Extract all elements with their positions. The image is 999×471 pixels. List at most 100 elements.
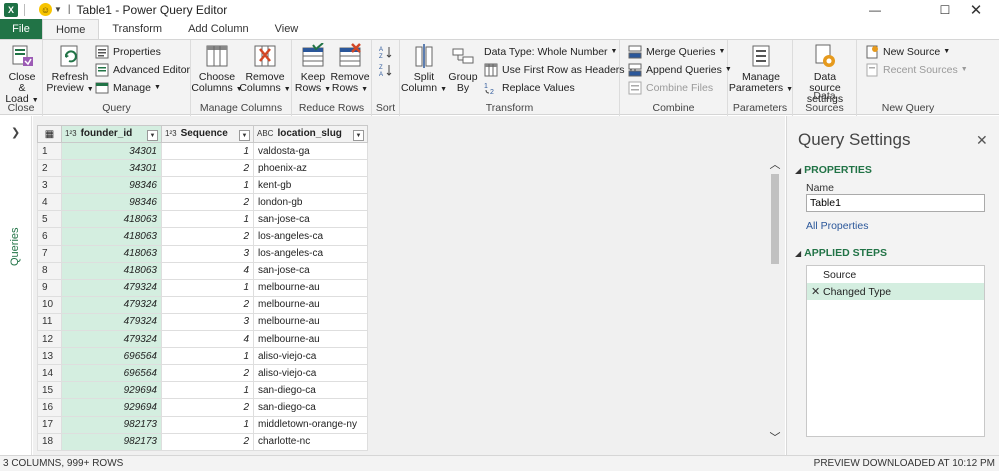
table-row[interactable]: 3 98346 1 kent-gb [37, 176, 368, 195]
row-number[interactable]: 3 [37, 176, 62, 195]
cell-location-slug[interactable]: charlotte-nc [253, 432, 368, 451]
column-header-founder-id[interactable]: 1²3 founder_id ▼ [61, 125, 162, 143]
cell-sequence[interactable]: 1 [161, 176, 254, 195]
cell-location-slug[interactable]: san-diego-ca [253, 398, 368, 417]
expand-queries-chevron-icon[interactable]: ❯ [11, 126, 20, 139]
table-row[interactable]: 11 479324 3 melbourne-au [37, 312, 368, 332]
cell-location-slug[interactable]: phoenix-az [253, 159, 368, 178]
append-queries-button[interactable]: Append Queries ▼ [628, 61, 732, 78]
row-number[interactable]: 10 [37, 295, 62, 314]
column-header-sequence[interactable]: 1²3 Sequence ▼ [161, 125, 254, 143]
cell-founder-id[interactable]: 34301 [61, 141, 162, 161]
cell-location-slug[interactable]: san-jose-ca [253, 261, 368, 280]
delete-step-icon[interactable]: ✕ [811, 285, 820, 298]
cell-founder-id[interactable]: 982173 [61, 432, 162, 451]
cell-sequence[interactable]: 1 [161, 141, 254, 161]
table-row[interactable]: 17 982173 1 middletown-orange-ny [37, 415, 368, 434]
row-number[interactable]: 11 [37, 312, 62, 332]
merge-queries-button[interactable]: Merge Queries ▼ [628, 43, 725, 60]
row-number[interactable]: 15 [37, 381, 62, 400]
cell-sequence[interactable]: 2 [161, 398, 254, 417]
refresh-preview-button[interactable]: Refresh Preview ▼ [46, 43, 94, 95]
cell-sequence[interactable]: 1 [161, 415, 254, 434]
cell-location-slug[interactable]: san-diego-ca [253, 381, 368, 400]
close-icon[interactable]: ✕ [976, 132, 988, 149]
cell-founder-id[interactable]: 418063 [61, 227, 162, 246]
sort-ascending-button[interactable]: AZ [379, 43, 397, 60]
whole-number-type-icon[interactable]: 1²3 [65, 129, 77, 138]
cell-location-slug[interactable]: los-angeles-ca [253, 227, 368, 246]
manage-parameters-button[interactable]: Manage Parameters ▼ [729, 43, 793, 95]
queries-pane-label[interactable]: Queries [9, 227, 21, 266]
row-number[interactable]: 14 [37, 364, 62, 383]
table-row[interactable]: 8 418063 4 san-jose-ca [37, 261, 368, 280]
query-name-input[interactable] [806, 194, 985, 212]
table-row[interactable]: 2 34301 2 phoenix-az [37, 159, 368, 178]
whole-number-type-icon[interactable]: 1²3 [165, 129, 177, 138]
row-number[interactable]: 6 [37, 227, 62, 246]
cell-location-slug[interactable]: los-angeles-ca [253, 244, 368, 263]
table-row[interactable]: 7 418063 3 los-angeles-ca [37, 244, 368, 263]
scroll-down-icon[interactable]: ﹀ [769, 429, 781, 445]
cell-sequence[interactable]: 1 [161, 381, 254, 400]
row-number[interactable]: 2 [37, 159, 62, 178]
data-type-dropdown[interactable]: Data Type: Whole Number ▼ [484, 43, 617, 60]
cell-location-slug[interactable]: london-gb [253, 193, 368, 212]
tab-view[interactable]: View [262, 19, 312, 39]
table-row[interactable]: 9 479324 1 melbourne-au [37, 278, 368, 297]
cell-location-slug[interactable]: valdosta-ga [253, 141, 368, 161]
table-row[interactable]: 14 696564 2 aliso-viejo-ca [37, 364, 368, 383]
row-number[interactable]: 7 [37, 244, 62, 263]
chevron-down-icon[interactable]: ▼ [54, 5, 62, 14]
cell-founder-id[interactable]: 982173 [61, 415, 162, 434]
cell-founder-id[interactable]: 418063 [61, 261, 162, 280]
remove-columns-button[interactable]: Remove Columns ▼ [239, 43, 291, 95]
step-source[interactable]: Source [807, 266, 984, 283]
cell-sequence[interactable]: 2 [161, 364, 254, 383]
cell-sequence[interactable]: 4 [161, 330, 254, 349]
sort-descending-button[interactable]: ZA [379, 61, 397, 78]
row-number[interactable]: 13 [37, 347, 62, 366]
cell-founder-id[interactable]: 929694 [61, 398, 162, 417]
tab-transform[interactable]: Transform [99, 19, 175, 39]
cell-founder-id[interactable]: 418063 [61, 244, 162, 263]
cell-location-slug[interactable]: melbourne-au [253, 312, 368, 332]
group-by-button[interactable]: Group By [446, 43, 480, 94]
table-row[interactable]: 13 696564 1 aliso-viejo-ca [37, 347, 368, 366]
table-row[interactable]: 5 418063 1 san-jose-ca [37, 210, 368, 229]
cell-sequence[interactable]: 2 [161, 193, 254, 212]
cell-founder-id[interactable]: 98346 [61, 193, 162, 212]
row-number[interactable]: 8 [37, 261, 62, 280]
cell-sequence[interactable]: 2 [161, 295, 254, 314]
cell-founder-id[interactable]: 479324 [61, 278, 162, 297]
replace-values-button[interactable]: 12 Replace Values [484, 79, 575, 96]
tab-file[interactable]: File [0, 19, 42, 39]
use-first-row-headers-button[interactable]: Use First Row as Headers ▼ [484, 61, 634, 78]
applied-steps-section-header[interactable]: ◢ APPLIED STEPS [795, 247, 887, 259]
customize-toolbar-icon[interactable]: | [68, 4, 71, 15]
cell-location-slug[interactable]: melbourne-au [253, 295, 368, 314]
scroll-up-icon[interactable]: ︿ [769, 156, 781, 172]
table-row[interactable]: 12 479324 4 melbourne-au [37, 330, 368, 349]
manage-button[interactable]: Manage ▼ [95, 79, 161, 96]
table-row[interactable]: 6 418063 2 los-angeles-ca [37, 227, 368, 246]
table-row[interactable]: 16 929694 2 san-diego-ca [37, 398, 368, 417]
cell-location-slug[interactable]: middletown-orange-ny [253, 415, 368, 434]
cell-location-slug[interactable]: kent-gb [253, 176, 368, 195]
table-row[interactable]: 4 98346 2 london-gb [37, 193, 368, 212]
cell-founder-id[interactable]: 479324 [61, 295, 162, 314]
row-number[interactable]: 17 [37, 415, 62, 434]
minimize-button[interactable]: ― [852, 0, 898, 19]
cell-founder-id[interactable]: 98346 [61, 176, 162, 195]
row-number[interactable]: 9 [37, 278, 62, 297]
text-type-icon[interactable]: ABC [257, 129, 273, 138]
cell-founder-id[interactable]: 418063 [61, 210, 162, 229]
properties-section-header[interactable]: ◢ PROPERTIES [795, 164, 872, 176]
column-header-location-slug[interactable]: ABC location_slug ▼ [253, 125, 368, 143]
step-changed-type[interactable]: ✕ Changed Type [807, 283, 984, 300]
table-row[interactable]: 10 479324 2 melbourne-au [37, 295, 368, 314]
table-menu-button[interactable]: ▦ [37, 125, 62, 143]
cell-sequence[interactable]: 1 [161, 278, 254, 297]
split-column-button[interactable]: Split Column ▼ [401, 43, 447, 95]
table-row[interactable]: 1 34301 1 valdosta-ga [37, 141, 368, 161]
